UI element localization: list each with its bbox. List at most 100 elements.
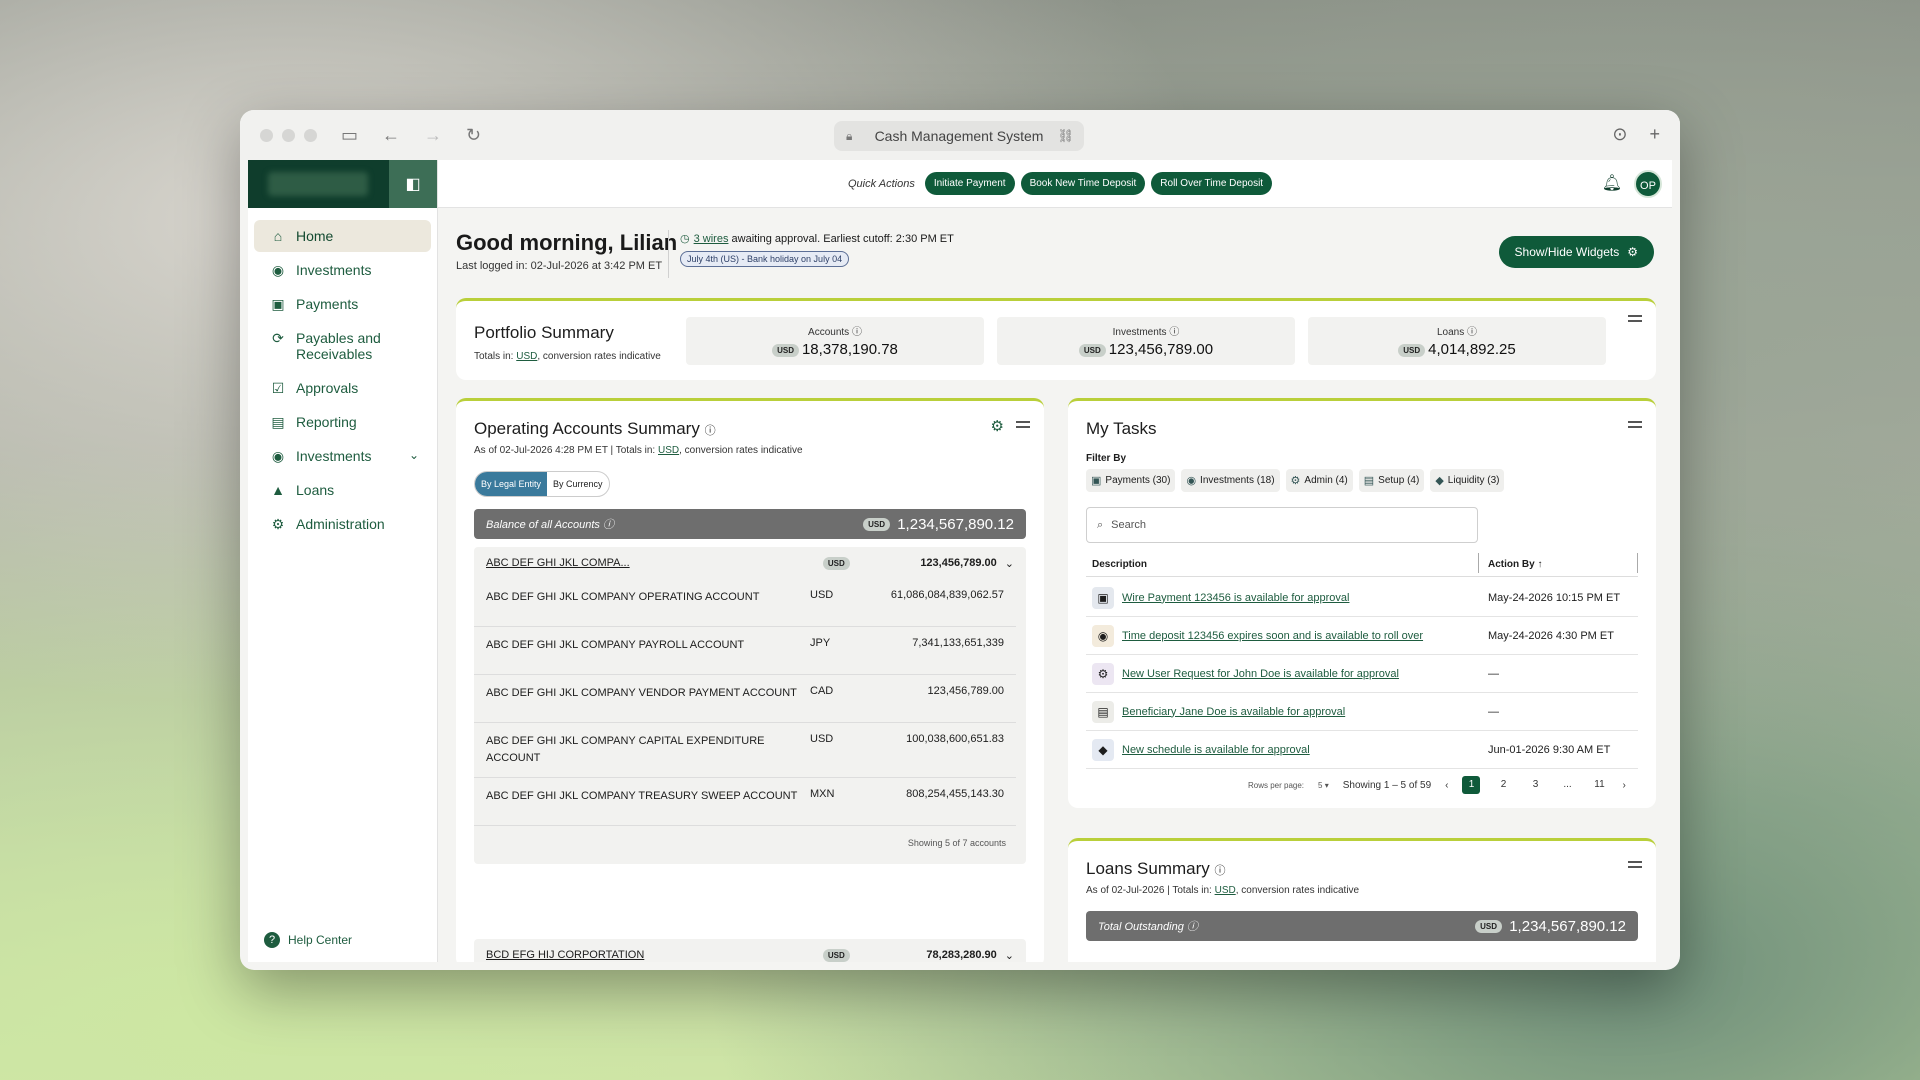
prev-page-icon[interactable]: ‹ — [1445, 780, 1448, 791]
loan-icon: ▲ — [271, 482, 285, 498]
sidebar-item-label: Payments — [296, 296, 359, 312]
by-legal-entity-tab[interactable]: By Legal Entity — [475, 472, 548, 496]
col-description[interactable]: Description — [1092, 559, 1147, 570]
task-due: — — [1488, 705, 1499, 718]
initiate-payment-button[interactable]: Initiate Payment — [924, 172, 1015, 195]
back-arrow-icon[interactable]: ← — [382, 125, 400, 146]
sidebar-item-reporting[interactable]: ▤ Reporting — [254, 406, 431, 438]
sidebar-item-label: Home — [296, 228, 334, 244]
page-button[interactable]: 11 — [1590, 776, 1608, 794]
table-row: ABC DEF GHI JKL COMPANY OPERATING ACCOUN… — [474, 579, 1016, 627]
widget-menu-icon[interactable] — [1016, 421, 1030, 431]
sidebar-item-loans[interactable]: ▲ Loans — [254, 474, 431, 506]
sidebar-item-label: Reporting — [296, 414, 357, 430]
totals-currency-link[interactable]: USD — [516, 351, 537, 362]
by-currency-tab[interactable]: By Currency — [547, 472, 609, 496]
reload-icon[interactable]: ↻ — [466, 125, 481, 146]
col-action-by[interactable]: Action By ↑ — [1488, 559, 1542, 570]
widget-menu-icon[interactable] — [1628, 861, 1642, 871]
task-link[interactable]: Time deposit 123456 expires soon and is … — [1122, 630, 1486, 642]
table-row: ◆ New schedule is available for approval… — [1086, 731, 1638, 769]
chevron-down-icon[interactable]: ⌄ — [1005, 557, 1014, 570]
usd-badge: USD — [822, 556, 850, 570]
forward-arrow-icon[interactable]: → — [424, 125, 442, 146]
search-icon: ⌕ — [1097, 518, 1104, 531]
currency-link[interactable]: USD — [658, 445, 679, 456]
address-bar[interactable]: 🔒︎ Cash Management System ⛓︎ — [834, 121, 1084, 151]
page-ellipsis: ... — [1563, 779, 1572, 790]
roll-over-deposit-button[interactable]: Roll Over Time Deposit — [1151, 172, 1273, 195]
download-icon[interactable]: ⊙ — [1612, 124, 1627, 145]
sidebar-item-administration[interactable]: ⚙ Administration — [254, 508, 431, 540]
entity-name[interactable]: BCD EFG HIJ CORPORTATION — [486, 949, 823, 961]
table-row: ABC DEF GHI JKL COMPANY TREASURY SWEEP A… — [474, 778, 1016, 826]
gear-icon[interactable]: ⚙ — [991, 417, 1004, 435]
account-currency: JPY — [810, 637, 831, 649]
task-link[interactable]: Beneficiary Jane Doe is available for ap… — [1122, 706, 1486, 718]
quick-actions: Quick Actions Initiate Payment Book New … — [848, 172, 1273, 195]
entity-name[interactable]: ABC DEF GHI JKL COMPA... — [486, 557, 823, 569]
page-button[interactable]: 3 — [1526, 776, 1544, 794]
bell-icon[interactable]: 🔔︎ — [1602, 173, 1622, 193]
browser-window: ▭ ← → ↻ 🔒︎ Cash Management System ⛓︎ ⊙ +… — [240, 110, 1680, 970]
widget-menu-icon[interactable] — [1628, 315, 1642, 325]
tasks-title: My Tasks — [1086, 419, 1157, 438]
avatar[interactable]: OP — [1634, 170, 1662, 198]
help-center-link[interactable]: ? Help Center — [264, 932, 352, 948]
new-tab-icon[interactable]: + — [1649, 124, 1660, 145]
piggy-bank-icon: ◉ — [271, 448, 285, 464]
page-button[interactable]: 2 — [1494, 776, 1512, 794]
greeting-block: Good morning, Lilian Last logged in: 02-… — [456, 230, 677, 272]
task-link[interactable]: New schedule is available for approval — [1122, 744, 1486, 756]
account-balance: 808,254,455,143.30 — [906, 788, 1004, 800]
sidebar-item-investments[interactable]: ◉ Investments — [254, 254, 431, 286]
top-bar: Quick Actions Initiate Payment Book New … — [438, 160, 1672, 208]
clock-icon: ◷ — [680, 233, 690, 245]
table-row: ⚙ New User Request for John Doe is avail… — [1086, 655, 1638, 693]
book-time-deposit-button[interactable]: Book New Time Deposit — [1020, 172, 1146, 195]
address-bar-title: Cash Management System — [874, 128, 1044, 144]
metric-label: Accounts ⓘ — [808, 327, 862, 338]
usd-badge: USD — [1475, 920, 1503, 934]
task-link[interactable]: Wire Payment 123456 is available for app… — [1122, 592, 1486, 604]
collapse-sidebar-button[interactable]: ◧ — [389, 160, 437, 208]
link-icon[interactable]: ⛓︎ — [1057, 128, 1074, 144]
widget-menu-icon[interactable] — [1628, 421, 1642, 431]
window-controls[interactable] — [260, 128, 317, 142]
chip-admin[interactable]: ⚙ Admin (4) — [1285, 469, 1353, 492]
rows-per-page-label: Rows per page: — [1248, 780, 1305, 790]
table-row: ABC DEF GHI JKL COMPANY CAPITAL EXPENDIT… — [474, 723, 1016, 778]
sidebar-item-payables[interactable]: ⟳ Payables and Receivables — [254, 322, 431, 370]
sidebar-item-investments-expand[interactable]: ◉ Investments ⌄ — [254, 440, 431, 472]
wires-link[interactable]: 3 wires — [694, 233, 729, 245]
chip-payments[interactable]: ▣ Payments (30) — [1086, 469, 1176, 492]
sidebar-toggle-icon[interactable]: ▭ — [341, 125, 358, 146]
next-page-icon[interactable]: › — [1622, 780, 1625, 791]
rows-per-page-select[interactable]: 5 ▾ — [1318, 781, 1329, 790]
chip-setup[interactable]: ▤ Setup (4) — [1358, 469, 1425, 492]
chevron-down-icon[interactable]: ⌄ — [409, 448, 419, 462]
account-group-header[interactable]: ABC DEF GHI JKL COMPA... USD 123,456,789… — [474, 547, 1026, 579]
chip-liquidity[interactable]: ◆ Liquidity (3) — [1430, 469, 1505, 492]
operating-as-of: As of 02-Jul-2026 4:28 PM ET | Totals in… — [474, 445, 803, 456]
show-hide-widgets-button[interactable]: Show/Hide Widgets ⚙ — [1498, 236, 1654, 268]
wire-alert: ◷ 3 wires awaiting approval. Earliest cut… — [680, 232, 954, 267]
sidebar-item-approvals[interactable]: ☑ Approvals — [254, 372, 431, 404]
currency-link[interactable]: USD — [1215, 885, 1236, 896]
entity-total: 123,456,789.00 — [920, 557, 997, 569]
sidebar-item-payments[interactable]: ▣ Payments — [254, 288, 431, 320]
account-group: ABC DEF GHI JKL COMPA... USD 123,456,789… — [474, 547, 1026, 864]
page-button[interactable]: 1 — [1462, 776, 1481, 794]
account-currency: MXN — [810, 788, 835, 800]
task-link[interactable]: New User Request for John Doe is availab… — [1122, 668, 1486, 680]
task-due: — — [1488, 667, 1499, 680]
sidebar-item-home[interactable]: ⌂ Home — [254, 220, 431, 252]
search-input[interactable]: ⌕ Search — [1086, 507, 1478, 543]
account-group-header[interactable]: BCD EFG HIJ CORPORTATION USD 78,283,280.… — [474, 939, 1026, 962]
chevron-down-icon[interactable]: ⌄ — [1005, 949, 1014, 962]
account-name: ABC DEF GHI JKL COMPANY CAPITAL EXPENDIT… — [486, 735, 765, 764]
balance-all-accounts: Balance of all Accounts ⓘ USD 1,234,567,… — [474, 509, 1026, 539]
app-root: ◧ ⌂ Home ◉ Investments ▣ Payments ⟳ Paya… — [248, 160, 1672, 962]
chip-investments[interactable]: ◉ Investments (18) — [1181, 469, 1280, 492]
sidebar-item-label: Payables and Receivables — [296, 330, 381, 362]
